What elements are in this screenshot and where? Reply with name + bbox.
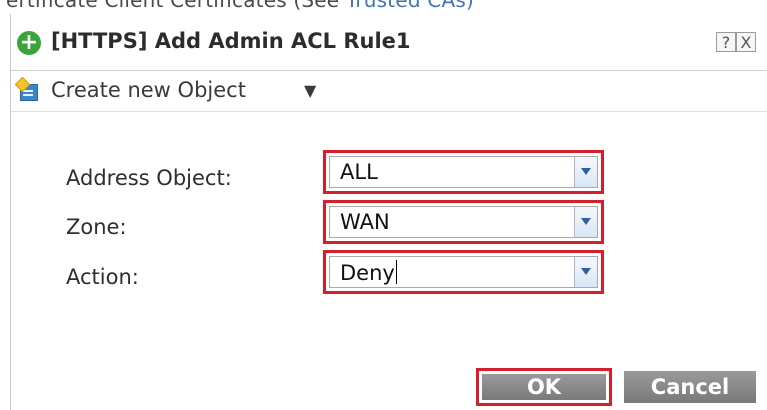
action-value: Deny bbox=[340, 260, 397, 285]
zone-label: Zone: bbox=[66, 215, 127, 239]
action-label: Action: bbox=[66, 265, 139, 289]
chevron-down-icon[interactable]: ▼ bbox=[304, 81, 316, 100]
background-page-strip: ertificate Client Certificates (See Trus… bbox=[0, 0, 767, 14]
background-text: ertificate Client Certificates (See Trus… bbox=[6, 0, 474, 12]
create-new-object-menu[interactable]: Create new Object bbox=[51, 78, 246, 102]
new-object-icon bbox=[14, 76, 39, 101]
add-icon: + bbox=[17, 31, 41, 55]
background-certificates-text: ertificate Client Certificates bbox=[6, 0, 287, 12]
add-admin-acl-rule-dialog: + [HTTPS] Add Admin ACL Rule1 ? X Create… bbox=[10, 14, 767, 410]
background-trusted-cas-link[interactable]: Trusted CAs) bbox=[346, 0, 474, 12]
zone-select[interactable]: WAN bbox=[323, 200, 604, 244]
address-object-label: Address Object: bbox=[66, 166, 232, 190]
zone-dropdown-icon[interactable] bbox=[574, 207, 597, 237]
ok-button[interactable]: OK bbox=[482, 374, 606, 400]
address-object-value: ALL bbox=[340, 160, 378, 184]
dialog-toolbar: Create new Object ▼ bbox=[11, 71, 767, 112]
background-see-text: (See bbox=[293, 0, 340, 12]
zone-value: WAN bbox=[340, 210, 390, 234]
action-select[interactable]: Deny bbox=[323, 250, 604, 294]
cancel-button[interactable]: Cancel bbox=[624, 371, 756, 403]
ok-button-highlight[interactable]: OK bbox=[476, 368, 612, 406]
address-object-select[interactable]: ALL bbox=[323, 150, 604, 194]
text-cursor bbox=[395, 260, 397, 284]
address-object-dropdown-icon[interactable] bbox=[574, 157, 597, 187]
action-value-text: Deny bbox=[340, 261, 395, 285]
action-dropdown-icon[interactable] bbox=[574, 257, 597, 287]
close-button[interactable]: X bbox=[736, 32, 756, 52]
dialog-titlebar[interactable]: + [HTTPS] Add Admin ACL Rule1 ? X bbox=[11, 14, 767, 71]
help-button[interactable]: ? bbox=[716, 32, 736, 52]
dialog-title: [HTTPS] Add Admin ACL Rule1 bbox=[51, 29, 411, 53]
